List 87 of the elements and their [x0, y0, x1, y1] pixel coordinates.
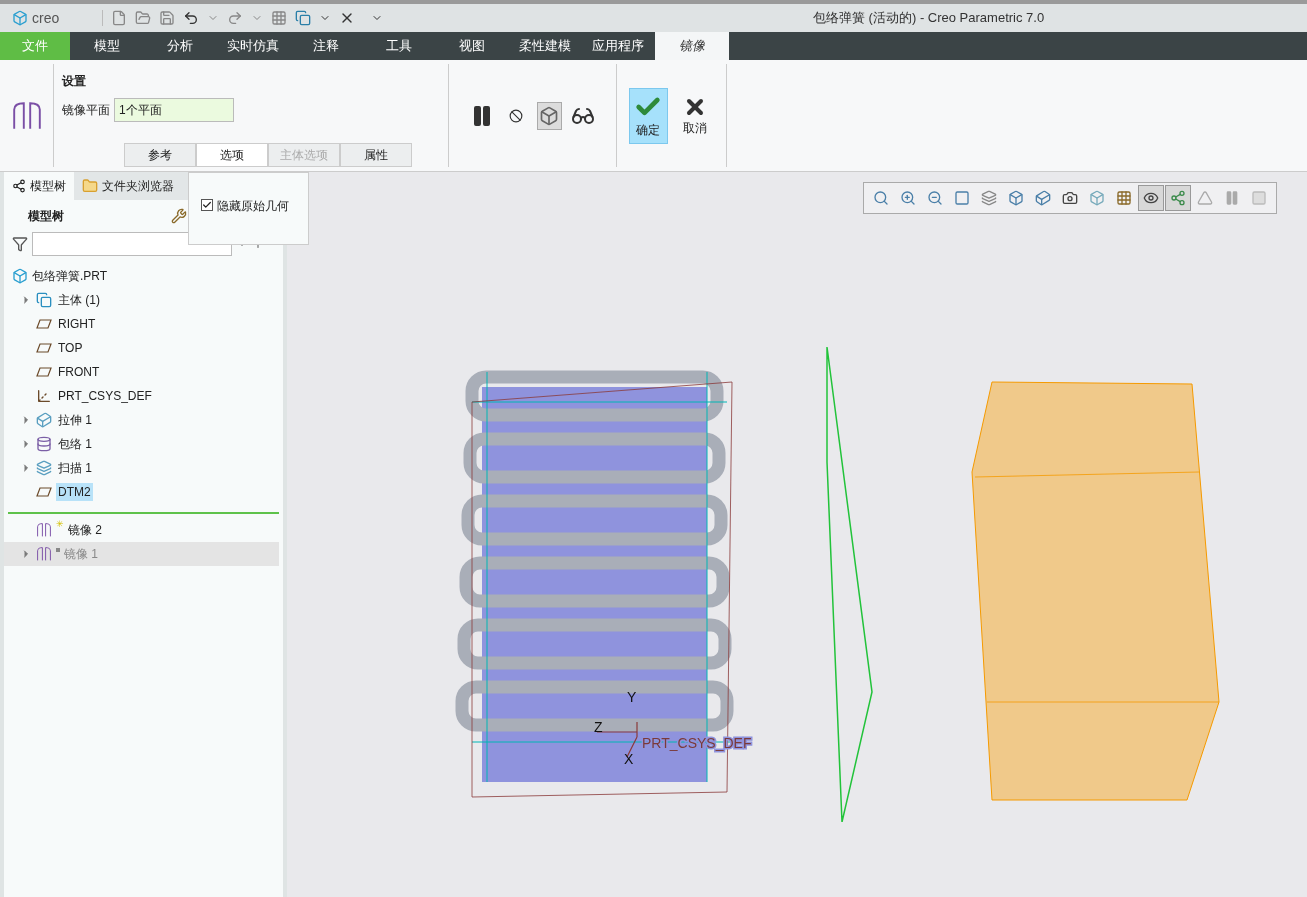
- layers-icon: [981, 190, 997, 206]
- item-label[interactable]: FRONT: [56, 363, 102, 381]
- no-sign-icon: [508, 108, 523, 123]
- pause-icon: [1224, 190, 1240, 206]
- tree-item[interactable]: 主体 (1): [4, 288, 279, 312]
- tree-item[interactable]: FRONT: [4, 360, 279, 384]
- menu-tab[interactable]: 模型: [71, 32, 143, 60]
- new-file-icon[interactable]: [111, 10, 127, 26]
- menu-tab[interactable]: 工具: [363, 32, 435, 60]
- nodes-icon: [1170, 190, 1186, 206]
- menu-tab[interactable]: 实时仿真: [217, 32, 289, 60]
- panel-tab[interactable]: 模型树: [4, 172, 74, 200]
- tree-row[interactable]: ✳ 镜像 2: [4, 518, 279, 542]
- menu-tab[interactable]: 柔性建模: [509, 32, 581, 60]
- redo-icon[interactable]: [227, 10, 243, 26]
- plane-icon: [36, 366, 52, 378]
- grid-icon: [1116, 190, 1132, 206]
- cylinder-icon: [36, 436, 52, 452]
- field-label: 镜像平面: [62, 102, 110, 119]
- tree-item[interactable]: TOP: [4, 336, 279, 360]
- item-label[interactable]: 包络 1: [56, 435, 94, 453]
- logo-icon: [12, 10, 28, 26]
- filter-icon[interactable]: [12, 236, 28, 252]
- item-label[interactable]: 主体 (1): [56, 291, 102, 309]
- sub-tab[interactable]: 参考: [124, 143, 196, 167]
- tree-item[interactable]: PRT_CSYS_DEF: [4, 384, 279, 408]
- undo-icon[interactable]: [183, 10, 199, 26]
- app-logo-text: creo: [32, 8, 60, 28]
- item-label[interactable]: DTM2: [56, 483, 93, 501]
- save-icon[interactable]: [159, 10, 175, 26]
- part-icon: [12, 268, 28, 284]
- axes-icon: [36, 388, 52, 404]
- new-marker: ✳: [56, 520, 64, 529]
- item-label[interactable]: TOP: [56, 339, 85, 357]
- mirror-icon: [10, 99, 43, 132]
- tree-root[interactable]: 包络弹簧.PRT: [32, 267, 108, 285]
- item-label[interactable]: 拉伸 1: [56, 411, 94, 429]
- mirror-icon: [36, 546, 52, 562]
- open-folder-icon[interactable]: [135, 10, 151, 26]
- panel-title: 模型树: [28, 208, 64, 225]
- tree-item[interactable]: 拉伸 1: [4, 408, 279, 432]
- sub-tab[interactable]: 选项: [196, 143, 268, 167]
- zoom-out-icon: [927, 190, 943, 206]
- tree-item[interactable]: DTM2: [4, 480, 279, 504]
- settings-icon[interactable]: [171, 208, 187, 224]
- eye-icon: [1143, 190, 1159, 206]
- plane-icon: [36, 342, 52, 354]
- tree-icon: [12, 179, 26, 193]
- ok-button[interactable]: 确定: [629, 87, 668, 144]
- checkbox[interactable]: [201, 199, 213, 211]
- tree-item[interactable]: 包络 1: [4, 432, 279, 456]
- zoom-in-icon: [900, 190, 916, 206]
- cancel-button[interactable]: 取消: [675, 87, 714, 144]
- menu-tab[interactable]: 镜像: [655, 32, 729, 60]
- item-label[interactable]: 扫描 1: [56, 459, 94, 477]
- display-button[interactable]: [1138, 185, 1164, 211]
- status-marker-icon: [56, 548, 60, 552]
- menu-tab[interactable]: 视图: [436, 32, 508, 60]
- cuboid-icon: [1035, 190, 1051, 206]
- menu-tab[interactable]: 应用程序: [582, 32, 654, 60]
- group-label: 设置: [62, 73, 87, 90]
- sub-tab[interactable]: 属性: [340, 143, 412, 167]
- mirror-plane-field[interactable]: 1个平面: [114, 98, 234, 122]
- plane-icon: [36, 486, 52, 498]
- menu-tab[interactable]: 分析: [144, 32, 216, 60]
- check-icon: [202, 200, 212, 210]
- tree-item[interactable]: RIGHT: [4, 312, 279, 336]
- cube-icon: [1008, 190, 1024, 206]
- camera-icon: [1062, 190, 1078, 206]
- spin-button[interactable]: [1165, 185, 1191, 211]
- cube-icon: [1089, 190, 1105, 206]
- mirror-icon: [36, 522, 52, 538]
- square-icon: [954, 190, 970, 206]
- item-label[interactable]: PRT_CSYS_DEF: [56, 387, 154, 405]
- menu-tab[interactable]: 注释: [290, 32, 362, 60]
- square-icon: [1251, 190, 1267, 206]
- checkbox-label[interactable]: 隐藏原始几何: [217, 197, 289, 215]
- cube-icon: [539, 105, 560, 126]
- window-title: 包络弹簧 (活动的) - Creo Parametric 7.0: [813, 9, 1045, 28]
- plane-icon: [36, 318, 52, 330]
- preview-button[interactable]: [536, 101, 562, 130]
- item-label[interactable]: RIGHT: [56, 315, 98, 333]
- folder-icon: [82, 178, 98, 194]
- triangle-icon: [1197, 190, 1213, 206]
- magnifier-icon: [873, 190, 889, 206]
- tree-item[interactable]: 扫描 1: [4, 456, 279, 480]
- windows-icon[interactable]: [295, 10, 311, 26]
